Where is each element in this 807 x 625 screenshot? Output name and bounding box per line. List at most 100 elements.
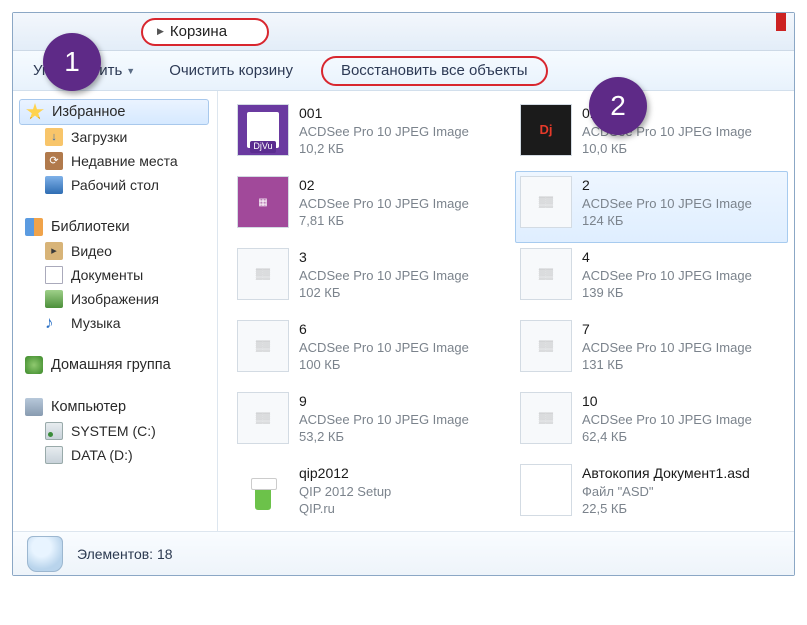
file-item[interactable]: Dj01ACDSee Pro 10 JPEG Image10,0 КБ (515, 99, 788, 171)
file-meta: 001ACDSee Pro 10 JPEG Image10,2 КБ (299, 104, 469, 158)
sidebar-header-libraries[interactable]: Библиотеки (19, 215, 217, 239)
sidebar-item-video[interactable]: Видео (19, 239, 217, 263)
file-type: ACDSee Pro 10 JPEG Image (299, 411, 469, 429)
images-icon (45, 290, 63, 308)
file-type: QIP 2012 Setup (299, 483, 391, 501)
file-thumbnail (237, 464, 289, 516)
libraries-group: Библиотеки Видео Документы Изображения ♪… (19, 215, 217, 335)
file-item[interactable]: ▒▒2ACDSee Pro 10 JPEG Image124 КБ (515, 171, 788, 243)
video-icon (45, 242, 63, 260)
sidebar-header-computer[interactable]: Компьютер (19, 395, 217, 419)
file-type: ACDSee Pro 10 JPEG Image (582, 411, 752, 429)
sidebar-item-label: DATA (D:) (71, 447, 133, 463)
file-item[interactable]: ▒▒9ACDSee Pro 10 JPEG Image53,2 КБ (232, 387, 505, 459)
file-size: 62,4 КБ (582, 428, 752, 446)
recent-icon (45, 152, 63, 170)
drive-c-icon (45, 422, 63, 440)
file-thumbnail: ▒▒ (237, 392, 289, 444)
sidebar-item-label: Изображения (71, 291, 159, 307)
file-item[interactable]: ▦02ACDSee Pro 10 JPEG Image7,81 КБ (232, 171, 505, 243)
sidebar-item-recent[interactable]: Недавние места (19, 149, 217, 173)
file-thumbnail: Dj (520, 104, 572, 156)
desktop-icon (45, 176, 63, 194)
file-meta: 7ACDSee Pro 10 JPEG Image131 КБ (582, 320, 752, 374)
restore-all-button[interactable]: Восстановить все объекты (341, 62, 528, 79)
file-name: 9 (299, 392, 469, 411)
status-count: Элементов: 18 (77, 546, 173, 562)
sidebar-item-drive-c[interactable]: SYSTEM (C:) (19, 419, 217, 443)
file-name: 001 (299, 104, 469, 123)
favorites-group: Избранное Загрузки Недавние места Рабочи… (19, 99, 217, 197)
file-list[interactable]: DjVu001ACDSee Pro 10 JPEG Image10,2 КБDj… (218, 91, 794, 531)
file-name: 10 (582, 392, 752, 411)
libraries-label: Библиотеки (51, 219, 130, 235)
sidebar-item-drive-d[interactable]: DATA (D:) (19, 443, 217, 467)
sidebar-item-desktop[interactable]: Рабочий стол (19, 173, 217, 197)
file-name: 6 (299, 320, 469, 339)
sidebar-header-favorites[interactable]: Избранное (19, 99, 209, 125)
file-meta: 02ACDSee Pro 10 JPEG Image7,81 КБ (299, 176, 469, 230)
breadcrumb-highlight: ▶ Корзина (141, 18, 269, 46)
homegroup-group: Домашняя группа (19, 353, 217, 377)
breadcrumb-arrow-icon: ▶ (157, 26, 164, 37)
file-thumbnail: ▒▒ (237, 320, 289, 372)
file-type: ACDSee Pro 10 JPEG Image (582, 195, 752, 213)
sidebar-item-documents[interactable]: Документы (19, 263, 217, 287)
file-size: 102 КБ (299, 284, 469, 302)
empty-bin-button[interactable]: Очистить корзину (169, 62, 293, 79)
file-item[interactable]: ▒▒7ACDSee Pro 10 JPEG Image131 КБ (515, 315, 788, 387)
sidebar-item-downloads[interactable]: Загрузки (19, 125, 217, 149)
file-item[interactable]: qip2012QIP 2012 SetupQIP.ru (232, 459, 505, 531)
file-type: ACDSee Pro 10 JPEG Image (299, 339, 469, 357)
favorites-label: Избранное (52, 104, 125, 120)
file-item[interactable]: Автокопия Документ1.asdФайл "ASD"22,5 КБ (515, 459, 788, 531)
file-size: QIP.ru (299, 500, 391, 518)
file-thumbnail: ▒▒ (520, 248, 572, 300)
file-meta: 10ACDSee Pro 10 JPEG Image62,4 КБ (582, 392, 752, 446)
content-area: Избранное Загрузки Недавние места Рабочи… (13, 91, 794, 531)
file-meta: 4ACDSee Pro 10 JPEG Image139 КБ (582, 248, 752, 302)
computer-group: Компьютер SYSTEM (C:) DATA (D:) (19, 395, 217, 467)
file-meta: Автокопия Документ1.asdФайл "ASD"22,5 КБ (582, 464, 750, 518)
sidebar-item-label: Музыка (71, 315, 121, 331)
address-bar[interactable]: ▶ Корзина (13, 13, 794, 51)
computer-label: Компьютер (51, 399, 126, 415)
libraries-icon (25, 218, 43, 236)
file-item[interactable]: ▒▒6ACDSee Pro 10 JPEG Image100 КБ (232, 315, 505, 387)
file-type: ACDSee Pro 10 JPEG Image (299, 267, 469, 285)
sidebar-item-label: Недавние места (71, 153, 178, 169)
sidebar-item-images[interactable]: Изображения (19, 287, 217, 311)
file-meta: 6ACDSee Pro 10 JPEG Image100 КБ (299, 320, 469, 374)
file-item[interactable]: ▒▒4ACDSee Pro 10 JPEG Image139 КБ (515, 243, 788, 315)
toolbar: Упорядочить ▼ Очистить корзину Восстанов… (13, 51, 794, 91)
sidebar-header-homegroup[interactable]: Домашняя группа (19, 353, 217, 377)
callout-1: 1 (43, 33, 101, 91)
file-meta: qip2012QIP 2012 SetupQIP.ru (299, 464, 391, 518)
documents-icon (45, 266, 63, 284)
file-size: 100 КБ (299, 356, 469, 374)
nav-sidebar: Избранное Загрузки Недавние места Рабочи… (13, 91, 218, 531)
star-icon (26, 103, 44, 121)
file-name: 4 (582, 248, 752, 267)
file-thumbnail: ▒▒ (520, 392, 572, 444)
file-item[interactable]: ▒▒10ACDSee Pro 10 JPEG Image62,4 КБ (515, 387, 788, 459)
sidebar-item-label: Загрузки (71, 129, 127, 145)
recycle-bin-icon (27, 536, 63, 572)
file-item[interactable]: DjVu001ACDSee Pro 10 JPEG Image10,2 КБ (232, 99, 505, 171)
music-icon: ♪ (45, 314, 63, 332)
sidebar-item-label: Рабочий стол (71, 177, 159, 193)
file-name: 3 (299, 248, 469, 267)
file-name: qip2012 (299, 464, 391, 483)
breadcrumb-text[interactable]: Корзина (170, 23, 227, 40)
file-meta: 2ACDSee Pro 10 JPEG Image124 КБ (582, 176, 752, 230)
file-type: ACDSee Pro 10 JPEG Image (582, 267, 752, 285)
sidebar-item-music[interactable]: ♪ Музыка (19, 311, 217, 335)
callout-2: 2 (589, 77, 647, 135)
file-type: ACDSee Pro 10 JPEG Image (582, 339, 752, 357)
file-size: 10,0 КБ (582, 140, 752, 158)
restore-highlight: Восстановить все объекты (321, 56, 548, 86)
file-thumbnail: ▒▒ (520, 176, 572, 228)
file-item[interactable]: ▒▒ 3ACDSee Pro 10 JPEG Image102 КБ (232, 243, 505, 315)
file-thumbnail: ▒▒ (237, 248, 289, 300)
file-name: 02 (299, 176, 469, 195)
